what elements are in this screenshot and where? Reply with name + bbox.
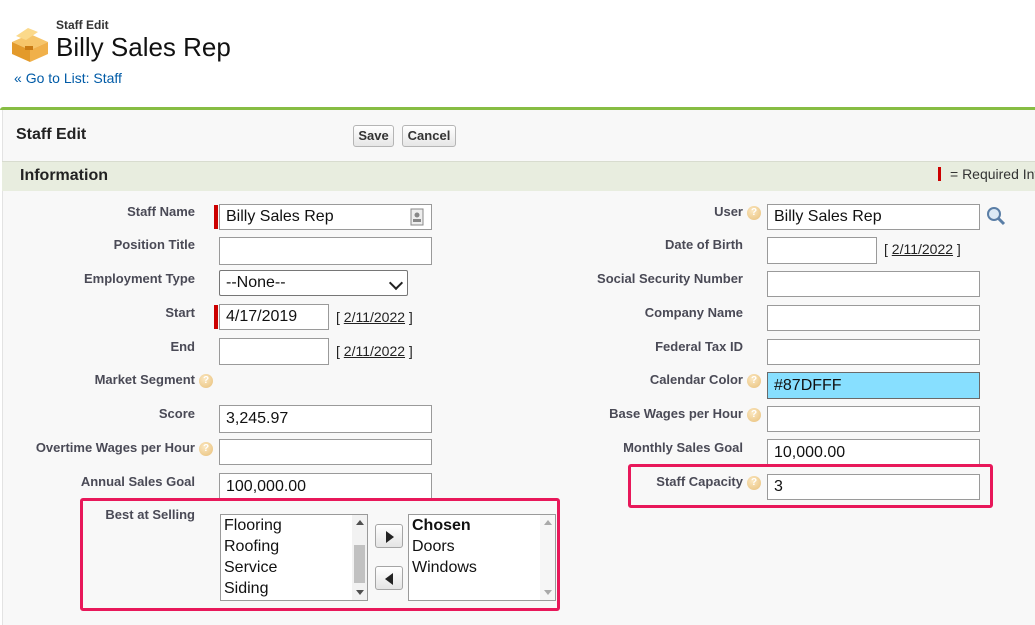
help-icon[interactable]: ?	[747, 408, 761, 422]
required-indicator	[938, 167, 941, 181]
employment-type-select[interactable]: --None--	[219, 270, 408, 296]
contact-card-icon	[410, 208, 424, 226]
end-today-date[interactable]: 2/11/2022	[344, 343, 405, 359]
best-at-selling-highlight	[80, 498, 560, 611]
calendar-color-label: Calendar Color	[649, 372, 743, 387]
staff-capacity-highlight	[628, 464, 993, 508]
base-wages-label: Base Wages per Hour	[609, 406, 743, 421]
help-icon[interactable]: ?	[199, 374, 213, 388]
federal-tax-id-input[interactable]	[767, 339, 980, 365]
start-today-link: [ 2/11/2022 ]	[336, 309, 413, 325]
start-label: Start	[165, 305, 195, 320]
cancel-button[interactable]: Cancel	[402, 125, 456, 147]
end-date-input[interactable]	[219, 338, 329, 365]
overtime-wages-input[interactable]	[219, 439, 432, 465]
federal-tax-id-label: Federal Tax ID	[655, 339, 743, 354]
employment-type-label: Employment Type	[83, 271, 195, 286]
page-block-title: Staff Edit	[16, 126, 87, 143]
help-icon[interactable]: ?	[747, 374, 761, 388]
start-date-input[interactable]: 4/17/2019	[219, 304, 329, 330]
required-bar	[214, 205, 218, 229]
end-label: End	[170, 339, 195, 354]
help-icon[interactable]: ?	[747, 206, 761, 220]
position-title-input[interactable]	[219, 237, 432, 265]
overtime-wages-label: Overtime Wages per Hour	[35, 440, 195, 455]
company-name-input[interactable]	[767, 305, 980, 331]
back-prefix: «	[14, 70, 22, 86]
help-icon[interactable]: ?	[199, 442, 213, 456]
dob-today-date[interactable]: 2/11/2022	[892, 241, 953, 257]
user-lookup-input[interactable]: Billy Sales Rep	[767, 204, 980, 230]
required-bar	[214, 305, 218, 329]
section-title: Information	[20, 167, 108, 184]
back-to-list-link[interactable]: « Go to List: Staff	[14, 70, 122, 86]
date-of-birth-input[interactable]	[767, 237, 877, 264]
page-title: Billy Sales Rep	[56, 32, 231, 62]
market-segment-label: Market Segment	[94, 372, 195, 387]
required-legend: = Required Inf	[950, 166, 1035, 182]
section-header	[2, 161, 1035, 191]
staff-object-icon	[12, 28, 48, 62]
ssn-input[interactable]	[767, 271, 980, 297]
lookup-search-icon[interactable]	[985, 205, 1007, 227]
annual-sales-goal-input[interactable]: 100,000.00	[219, 473, 432, 501]
end-today-link: [ 2/11/2022 ]	[336, 343, 413, 359]
back-link-label[interactable]: Go to List: Staff	[26, 70, 122, 86]
dob-today-link: [ 2/11/2022 ]	[884, 241, 961, 257]
start-today-date[interactable]: 2/11/2022	[344, 309, 405, 325]
score-label: Score	[158, 406, 195, 421]
position-title-label: Position Title	[113, 237, 195, 252]
base-wages-input[interactable]	[767, 406, 980, 432]
score-input[interactable]: 3,245.97	[219, 405, 432, 433]
date-of-birth-label: Date of Birth	[665, 237, 743, 252]
chevron-down-icon	[388, 275, 404, 291]
monthly-sales-goal-input[interactable]: 10,000.00	[767, 439, 980, 467]
calendar-color-input[interactable]: #87DFFF	[767, 372, 980, 399]
employment-type-value: --None--	[226, 274, 286, 291]
save-button[interactable]: Save	[353, 125, 394, 147]
company-name-label: Company Name	[644, 305, 743, 320]
annual-sales-goal-label: Annual Sales Goal	[80, 474, 195, 489]
staff-name-label: Staff Name	[127, 204, 195, 219]
staff-name-input[interactable]: Billy Sales Rep	[219, 204, 432, 230]
user-label: User	[714, 204, 743, 219]
ssn-label: Social Security Number	[597, 271, 743, 286]
page-subtitle: Staff Edit	[56, 18, 109, 32]
monthly-sales-goal-label: Monthly Sales Goal	[623, 440, 743, 455]
